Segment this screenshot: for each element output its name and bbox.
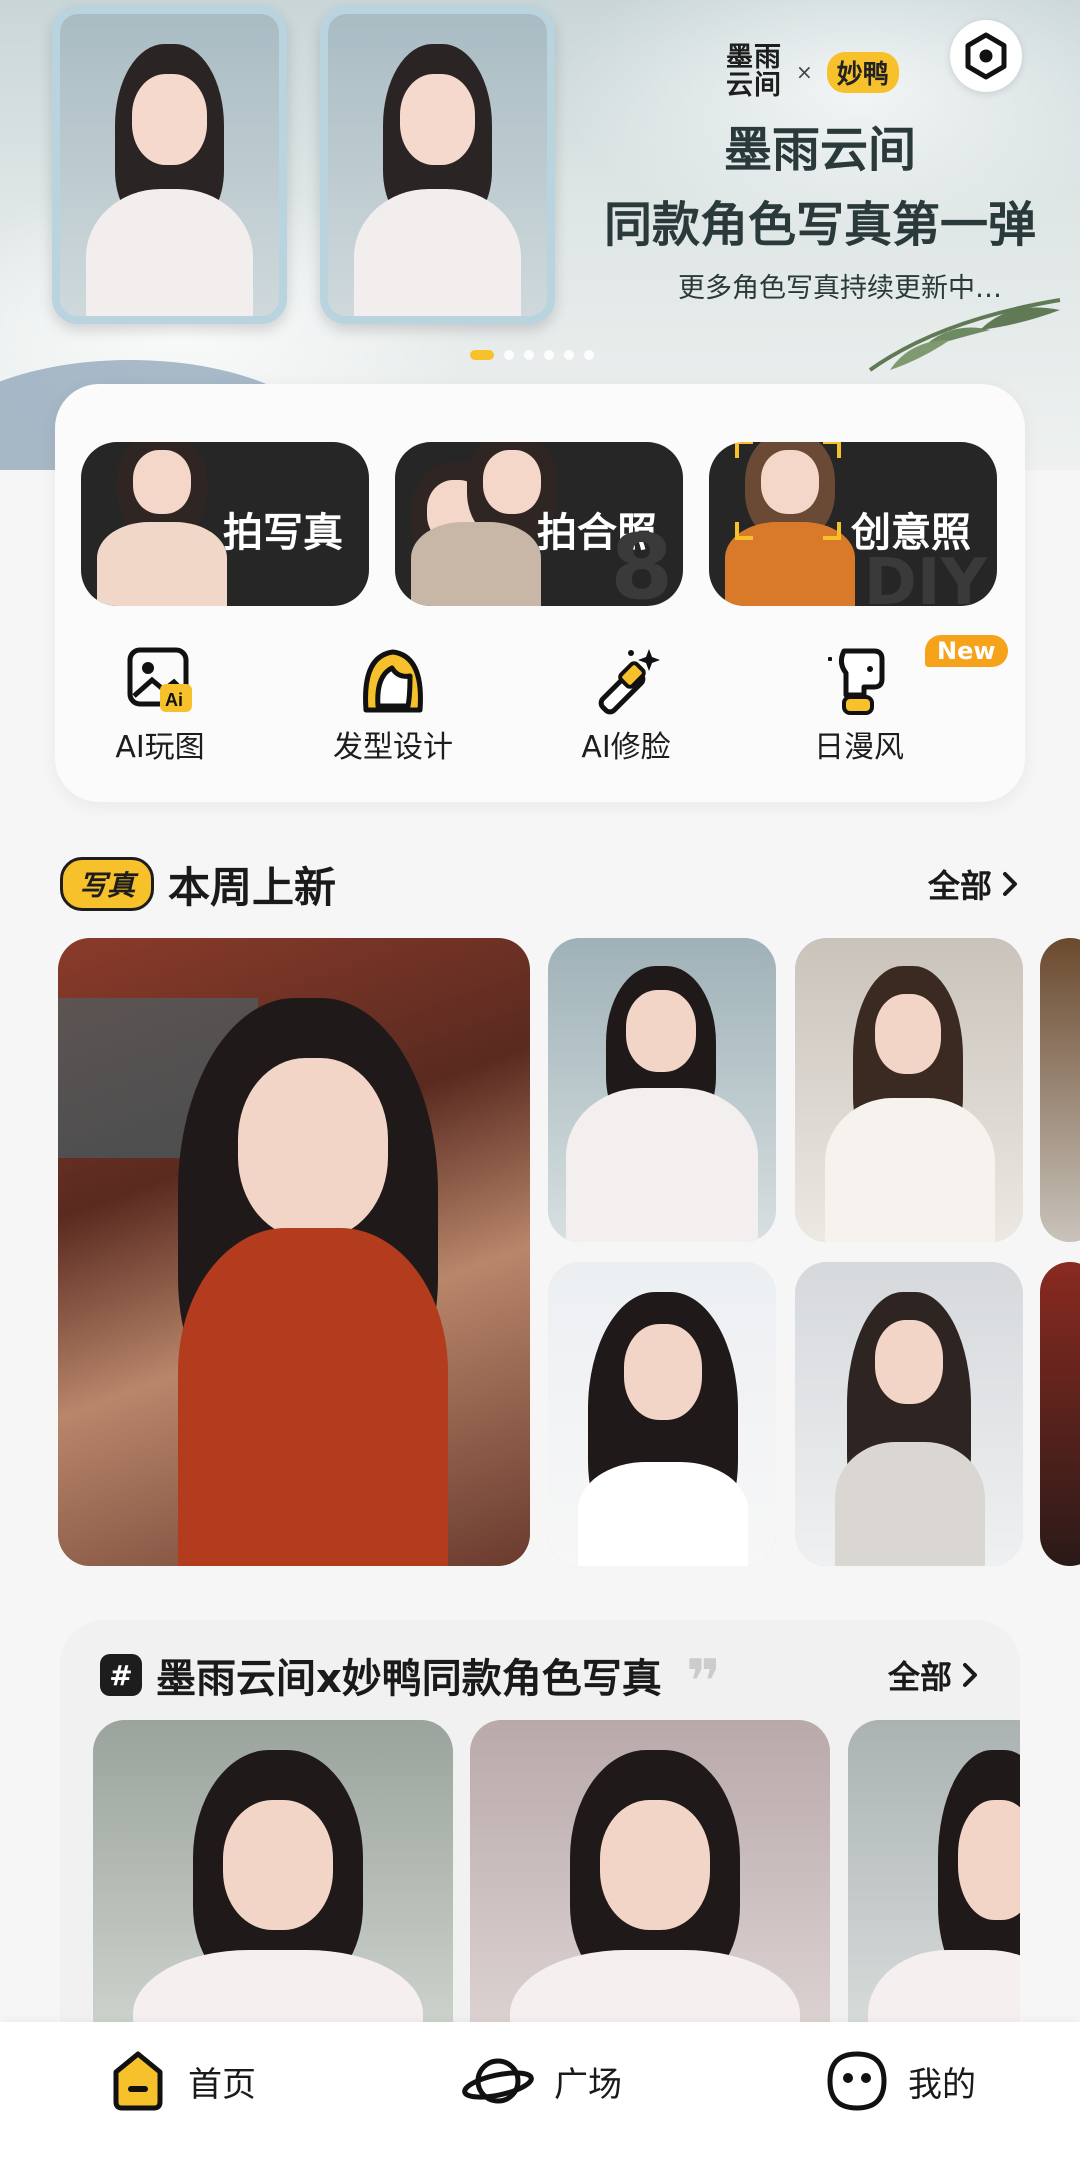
hair-icon [363,649,423,713]
ai-image-label: AI玩图 [115,730,205,765]
quote-icon: ❞ [685,1647,722,1717]
template-card[interactable] [795,938,1023,1242]
app-logo: 妙鸭 [826,51,899,93]
watermark-glyph: DIY [863,546,987,606]
weekly-section-header: 写真 本周上新 全部 [60,856,1020,912]
chevron-right-icon [1003,872,1017,896]
kid-portrait-thumb [715,442,865,606]
section-tag: 写真 [60,857,155,911]
brand-logos: 墨雨云间 × 妙鸭 [726,44,899,100]
banner-subtitle: 更多角色写真持续更新中… [678,273,1002,304]
template-card[interactable] [548,938,776,1242]
chevron-right-icon [963,1663,977,1687]
see-all-label: 全部 [927,867,992,905]
nav-plaza-label: 广场 [554,2064,622,2105]
ai-image-icon: Ai [127,647,192,712]
take-portrait-label: 拍写真 [223,510,343,556]
nav-home-label: 首页 [188,2064,256,2105]
see-all-link[interactable]: 全部 [888,1652,980,1698]
page-dot[interactable] [564,350,574,360]
take-portrait-button[interactable]: 拍写真 [81,442,369,606]
anime-style-label: 日漫风 [814,730,904,765]
creative-photo-button[interactable]: 创意照 DIY [709,442,997,606]
template-card[interactable] [795,1262,1023,1566]
template-card[interactable] [58,938,530,1566]
hashtag-icon: # [100,1654,142,1696]
nav-mine[interactable]: 我的 [826,2050,976,2112]
banner-title: 同款角色写真第一弹 [603,197,1036,253]
page-dot[interactable] [504,350,514,360]
logo-separator: × [796,60,813,84]
page-dot[interactable] [544,350,554,360]
banner-title: 墨雨云间 [723,122,916,178]
bottom-nav: 首页 广场 我的 [0,2022,1080,2157]
magic-wand-icon [598,649,660,715]
svg-text:Ai: Ai [165,690,183,710]
feature-card: 拍写真 拍合照 8 创意照 DIY Ai AI玩图 发型设计 AI修脸 日漫风 … [55,384,1025,802]
group-photo-button[interactable]: 拍合照 8 [395,442,683,606]
anime-face-icon [828,648,885,715]
nav-home[interactable]: 首页 [108,2050,256,2112]
drama-logo: 墨雨云间 [726,42,782,101]
watermark-glyph: 8 [610,515,673,606]
template-card[interactable] [1040,938,1080,1242]
see-all-label: 全部 [887,1658,952,1696]
nav-mine-label: 我的 [908,2064,976,2105]
page-dot-active[interactable] [470,350,494,360]
home-icon [113,2051,163,2111]
ai-face-label: AI修脸 [581,730,671,765]
ai-image-tool[interactable]: Ai AI玩图 [60,644,260,766]
collab-header: # 墨雨云间x妙鸭同款角色写真 ❞ 全部 [100,1640,980,1717]
hairstyle-label: 发型设计 [333,730,453,765]
new-badge: New [925,635,1008,667]
ai-face-tool[interactable]: AI修脸 [526,644,726,766]
page-dot[interactable] [524,350,534,360]
scan-button[interactable] [950,20,1022,92]
duo-portrait-thumb [401,442,557,606]
home-page: 墨雨云间 × 妙鸭 墨雨云间 同款角色写真第一弹 更多角色写真持续更新中… 拍写… [0,0,1080,2157]
page-dot[interactable] [584,350,594,360]
banner-pagination[interactable] [470,350,594,360]
profile-face-icon [827,2051,887,2111]
nav-plaza[interactable]: 广场 [462,2050,622,2112]
portrait-thumb [87,442,237,606]
template-card[interactable] [1040,1262,1080,1566]
character-portrait [320,6,555,324]
character-portrait [52,6,287,324]
section-title: 本周上新 [168,862,337,912]
planet-icon [462,2058,534,2104]
collab-section: # 墨雨云间x妙鸭同款角色写真 ❞ 全部 [60,1620,1020,2080]
hairstyle-tool[interactable]: 发型设计 [293,644,493,766]
template-card[interactable] [548,1262,776,1566]
see-all-link[interactable]: 全部 [928,861,1020,907]
collab-title: 墨雨云间x妙鸭同款角色写真 [156,1656,662,1702]
hexagon-icon [965,32,1007,80]
